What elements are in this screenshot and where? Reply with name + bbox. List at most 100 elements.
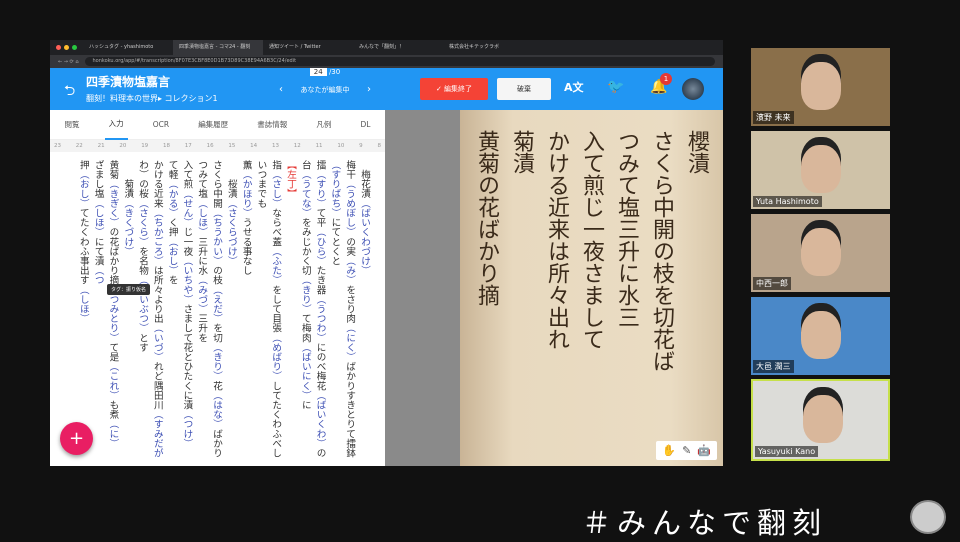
participant-tile-active-speaker[interactable]: Yasuyuki Kano <box>751 379 890 461</box>
participant-name: 中西一郎 <box>753 277 791 290</box>
mascot-logo <box>910 500 946 534</box>
participant-tile[interactable]: 中西一郎 <box>751 214 890 292</box>
tab-6[interactable]: DL <box>356 111 374 138</box>
text-line[interactable]: （すりばち）にてとくと <box>327 160 342 466</box>
scan-column: つみて塩三升に水三 <box>614 130 639 328</box>
text-line[interactable]: 桜漬（さくらづけ） <box>223 160 238 466</box>
scan-column: かける近来は所々出れ <box>544 130 569 350</box>
browser-tab[interactable]: 通知ツイート / Twitter <box>263 40 353 55</box>
back-arrow-icon[interactable]: ⮌ <box>64 80 75 104</box>
scan-column: さくら中開の枝を切花ば <box>649 130 674 372</box>
participant-face <box>801 62 841 110</box>
pencil-icon[interactable]: ✎ <box>682 444 691 457</box>
text-line[interactable]: 擂（すり）て平（ひら）たき器（うつわ）にのべ梅花（ばいくわ）の <box>312 160 327 466</box>
line-number: 13 <box>271 143 279 149</box>
scan-column: 黄菊の花ばかり摘 <box>474 130 499 306</box>
participant-face <box>801 311 841 359</box>
line-number: 9 <box>359 143 363 149</box>
text-line[interactable]: て軽（かる）く押（おし）を <box>164 160 179 466</box>
discard-button[interactable]: 破棄 <box>497 78 551 100</box>
notification-badge: 1 <box>660 73 672 85</box>
twitter-icon[interactable]: 🐦 <box>607 79 624 95</box>
scan-column: 菊漬 <box>509 130 534 174</box>
text-line[interactable]: 梅花漬（ばいくわづけ） <box>356 160 371 466</box>
line-number: 15 <box>228 143 236 149</box>
transcription-editor[interactable]: 梅花漬（ばいくわづけ） 梅干（うめぼし）の実（み）をさり肉（にく）ばかりすきとりて… <box>50 152 385 466</box>
tab-3[interactable]: 編集履歴 <box>194 110 232 139</box>
participant-face <box>803 395 843 443</box>
participant-name: 濱野 未来 <box>753 111 794 124</box>
browser-tab-bar: ハッシュタグ - yhashimoto 四季漬物塩嘉言 - コマ24 - 翻刻 … <box>50 40 723 55</box>
browser-tab[interactable]: 四季漬物塩嘉言 - コマ24 - 翻刻 <box>173 40 263 55</box>
prev-page-icon[interactable]: ‹ <box>279 84 283 95</box>
line-number: 14 <box>250 143 258 149</box>
line-number: 22 <box>75 143 83 149</box>
end-edit-button[interactable]: ✓ 編集終了 <box>420 78 488 100</box>
text-line[interactable]: 指（さし）ならべ蓋（ふた）をして目張（めばり）してたくわふべし <box>267 160 282 466</box>
user-avatar[interactable] <box>682 78 704 100</box>
view-tabs: 閲覧 入力 OCR 編集履歴 書誌情報 凡例 DL <box>50 110 385 140</box>
participant-tile[interactable]: 大邑 潤三 <box>751 297 890 375</box>
nav-arrows-icon[interactable]: ← → ⟳ ⌂ <box>58 59 79 65</box>
tab-4[interactable]: 書誌情報 <box>253 110 291 139</box>
breadcrumb[interactable]: 翻刻！料理本の世界▸ コレクション1 <box>86 93 218 104</box>
page-title: 四季漬物塩嘉言 <box>86 75 171 89</box>
participant-tile[interactable]: 濱野 未来 <box>751 48 890 126</box>
line-number: 11 <box>315 143 323 149</box>
page-select[interactable]: 24 <box>309 68 327 76</box>
line-number: 12 <box>293 143 301 149</box>
text-line[interactable]: いつまでも <box>253 160 268 466</box>
url-input[interactable]: honkoku.org/app/#/transcription/8F07E3CB… <box>84 57 715 66</box>
text-line[interactable]: 押（おし）てたくわふ事出す（しほ） <box>75 160 90 466</box>
text-line[interactable]: 台（うてな）をみじかく切（きり）て梅肉（ばいにく）に <box>297 160 312 466</box>
text-line[interactable]: 入て煎（せん）じ一夜（いちや）さまして花とひたくに漬（つけ） <box>179 160 194 466</box>
add-button[interactable]: + <box>60 422 93 455</box>
text-line[interactable]: 薫（かほり）うせる事なし <box>238 160 253 466</box>
text-line[interactable]: つみて塩（しほ）三升に水（みづ）三升を <box>193 160 208 466</box>
line-number: 21 <box>97 143 105 149</box>
hand-icon[interactable]: ✋ <box>662 444 676 457</box>
image-viewer-gutter <box>385 110 460 466</box>
image-toolbar: ✋ ✎ 🤖 <box>656 441 717 460</box>
text-line[interactable]: わ）の桜（さくら）を名物（めいぶつ）とす <box>134 160 149 466</box>
text-line[interactable]: かける近来（ちかごろ）は所々より出（いづ）れど隅田川（すみだが <box>149 160 164 466</box>
line-number: 10 <box>337 143 345 149</box>
text-line[interactable]: 【左丁】 <box>282 160 297 466</box>
tab-5[interactable]: 凡例 <box>312 110 335 139</box>
hashtag-caption: ＃みんなで翻刻 <box>582 506 828 540</box>
line-number: 18 <box>162 143 170 149</box>
browser-tab[interactable]: ハッシュタグ - yhashimoto <box>83 40 173 55</box>
browser-tab[interactable]: みんなで「翻刻」！ <box>353 40 443 55</box>
line-numbers: 8 9 10 11 12 13 14 15 16 17 18 19 20 21 22 23 <box>50 140 385 152</box>
address-bar: ← → ⟳ ⌂ honkoku.org/app/#/transcription/… <box>50 55 723 68</box>
app-header: ⮌ 四季漬物塩嘉言 翻刻！料理本の世界▸ コレクション1 24 /30 ‹ あな… <box>50 68 723 110</box>
text-line[interactable]: 黄菊（きぎく）の花ばかり摘（つみとり）て是（これ）も煮（に） <box>105 160 120 466</box>
robot-icon[interactable]: 🤖 <box>697 444 711 457</box>
line-number: 17 <box>184 143 192 149</box>
line-number: 16 <box>206 143 214 149</box>
tab-2[interactable]: OCR <box>149 111 173 138</box>
scan-column: 櫻漬 <box>684 130 709 174</box>
translate-icon[interactable]: A文 <box>564 79 584 95</box>
text-line[interactable]: 梅干（うめぼし）の実（み）をさり肉（にく）ばかりすきとりて擂鉢 <box>341 160 356 466</box>
browser-window: ハッシュタグ - yhashimoto 四季漬物塩嘉言 - コマ24 - 翻刻 … <box>50 40 723 466</box>
text-line[interactable]: さくら中開（ちうかい）の枝（えだ）を切（きり）花（はな）ばかり <box>208 160 223 466</box>
participant-name: Yuta Hashimoto <box>753 196 822 207</box>
participant-face <box>801 145 841 193</box>
page-selector: 24 /30 ‹ あなたが編集中 › <box>275 68 375 95</box>
tag-tooltip: タグ：振り仮名 <box>107 284 151 295</box>
text-line[interactable]: ざまし塩（しほ）にて漬（つ <box>90 160 105 466</box>
document-image[interactable]: 櫻漬 さくら中開の枝を切花ば つみて塩三升に水三 入て煎じ一夜さまして かける近… <box>460 110 723 466</box>
participant-name: Yasuyuki Kano <box>755 446 819 457</box>
line-number: 20 <box>119 143 127 149</box>
line-number: 19 <box>141 143 149 149</box>
tab-1[interactable]: 入力 <box>104 109 128 140</box>
next-page-icon[interactable]: › <box>367 84 371 95</box>
text-line[interactable]: 菊漬（きくづけ） <box>119 160 134 466</box>
browser-tab[interactable]: 株式会社キテックラボ <box>443 40 533 55</box>
participant-face <box>801 228 841 276</box>
line-number: 23 <box>54 143 61 149</box>
scan-column: 入て煎じ一夜さまして <box>579 130 604 350</box>
participant-tile[interactable]: Yuta Hashimoto <box>751 131 890 209</box>
tab-0[interactable]: 閲覧 <box>61 110 84 139</box>
